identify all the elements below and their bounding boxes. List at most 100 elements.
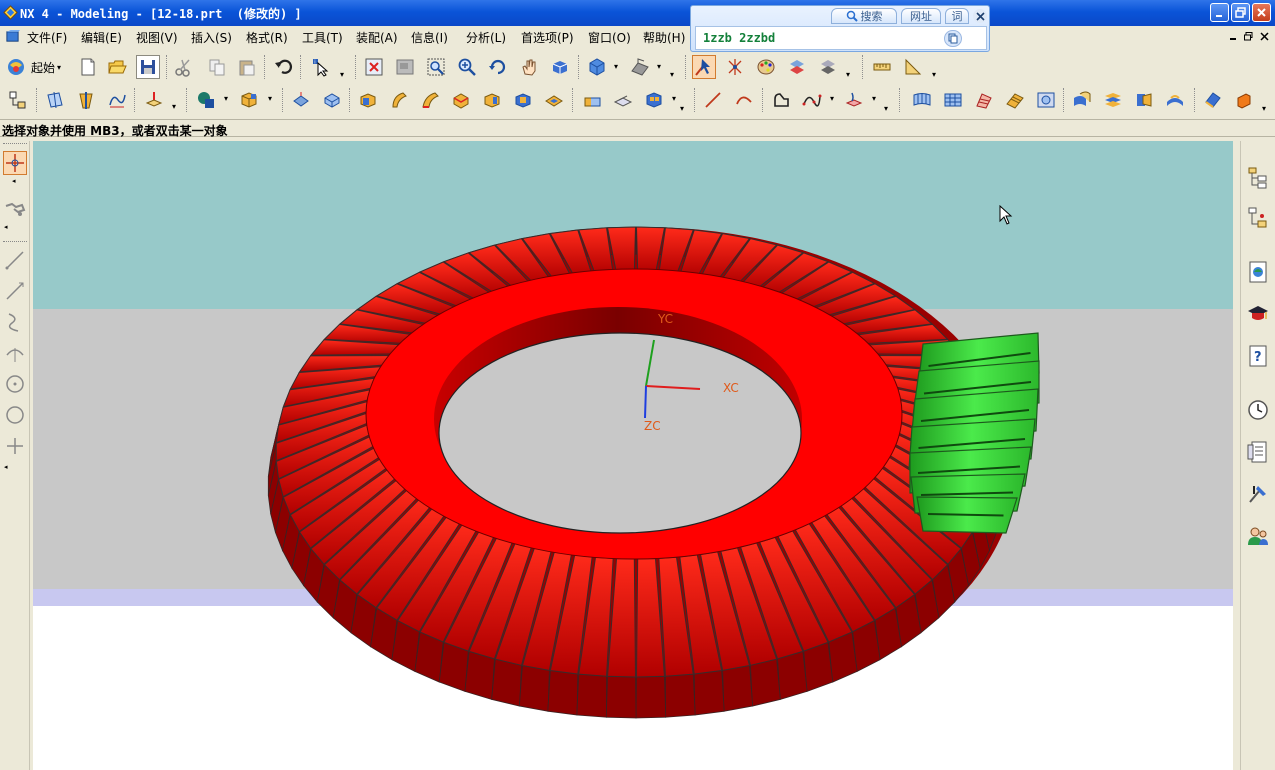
point-constructor-button[interactable] — [3, 151, 27, 175]
process-studio-button[interactable] — [1245, 481, 1271, 507]
feature-operation-button[interactable] — [3, 197, 27, 221]
shell-button[interactable] — [642, 88, 666, 112]
menu-file[interactable]: 文件(F) — [27, 29, 67, 46]
blank-objects-button[interactable] — [816, 55, 840, 79]
extrude-button[interactable] — [289, 88, 313, 112]
menu-information[interactable]: 信息(I) — [411, 29, 448, 46]
assembly-navigator-button[interactable] — [1245, 165, 1271, 191]
part-navigator-button[interactable] — [6, 88, 30, 112]
menu-preferences[interactable]: 首选项(P) — [521, 29, 574, 46]
bounded-plane-button[interactable] — [1034, 88, 1058, 112]
zoom-button[interactable] — [424, 55, 448, 79]
show-hide-button[interactable] — [785, 55, 809, 79]
spline-button[interactable] — [800, 88, 824, 112]
extension-button[interactable] — [1163, 88, 1187, 112]
curve-tool-button[interactable] — [3, 310, 27, 334]
curve-operation-button[interactable] — [842, 88, 866, 112]
open-button[interactable] — [105, 55, 129, 79]
internet-explorer-button[interactable] — [1245, 259, 1271, 285]
save-button[interactable] — [136, 55, 160, 79]
zoom-in-out-button[interactable] — [455, 55, 479, 79]
pocket-button[interactable] — [418, 88, 442, 112]
trim-body-button[interactable] — [1132, 88, 1156, 112]
line-profile-button[interactable] — [3, 279, 27, 303]
information-button[interactable]: i — [308, 55, 332, 79]
blend-button[interactable] — [580, 88, 604, 112]
snap-point-button[interactable] — [723, 55, 747, 79]
pinion-gear[interactable] — [908, 332, 1040, 534]
pad-button[interactable] — [449, 88, 473, 112]
basic-curves-button[interactable] — [770, 88, 794, 112]
menu-tools[interactable]: 工具(T) — [302, 29, 343, 46]
boss-button[interactable] — [387, 88, 411, 112]
slot-button[interactable] — [480, 88, 504, 112]
menu-format[interactable]: 格式(R) — [246, 29, 288, 46]
menu-edit[interactable]: 编辑(E) — [81, 29, 122, 46]
zoom-window-button[interactable] — [393, 55, 417, 79]
wcs-button[interactable] — [142, 88, 166, 112]
offset-surface-button[interactable] — [1070, 88, 1094, 112]
color-palette-button[interactable] — [754, 55, 778, 79]
doc-restore-button[interactable] — [1242, 30, 1255, 43]
sew-button[interactable] — [1101, 88, 1125, 112]
through-curves-button[interactable] — [910, 88, 934, 112]
nx-menu-icon[interactable] — [5, 29, 20, 44]
line-tool-button[interactable] — [3, 248, 27, 272]
fit-view-button[interactable] — [362, 55, 386, 79]
minimize-button[interactable] — [1210, 3, 1229, 22]
circle-center-button[interactable] — [3, 372, 27, 396]
help-button[interactable]: ? — [1245, 343, 1271, 369]
menu-assemblies[interactable]: 装配(A) — [356, 29, 398, 46]
datum-axis-button[interactable] — [74, 88, 98, 112]
training-button[interactable] — [1245, 301, 1271, 327]
measure-distance-button[interactable] — [870, 55, 894, 79]
select-filter-button[interactable] — [692, 55, 716, 79]
hole-button[interactable] — [356, 88, 380, 112]
menu-help[interactable]: 帮助(H) — [643, 29, 685, 46]
tab-search[interactable]: 搜索 — [831, 8, 897, 24]
system-materials-button[interactable] — [1245, 439, 1271, 465]
start-button[interactable]: 起始 ▾ — [6, 55, 72, 79]
search-input[interactable]: 1zzb 2zzbd — [695, 26, 987, 50]
measure-angle-button[interactable] — [901, 55, 925, 79]
shaded-button[interactable] — [548, 55, 572, 79]
part-navigator-panel-button[interactable] — [1245, 205, 1271, 231]
ring-gear[interactable] — [267, 226, 1016, 719]
section-surface-button[interactable] — [1003, 88, 1027, 112]
arc-tool-button[interactable] — [3, 341, 27, 365]
primitive-button[interactable] — [194, 88, 218, 112]
menu-insert[interactable]: 插入(S) — [191, 29, 232, 46]
close-button[interactable] — [1252, 3, 1271, 22]
arc-button[interactable] — [732, 88, 756, 112]
swept-button[interactable] — [972, 88, 996, 112]
tab-url[interactable]: 网址 — [901, 8, 941, 24]
chamfer-button[interactable] — [611, 88, 635, 112]
popup-close-button[interactable] — [973, 9, 987, 23]
restore-button[interactable] — [1231, 3, 1250, 22]
datum-plane-button[interactable] — [43, 88, 67, 112]
menu-view[interactable]: 视图(V) — [136, 29, 178, 46]
orient-view-button[interactable] — [628, 55, 652, 79]
gear-model-scene[interactable] — [33, 141, 1233, 770]
surface-analysis-button[interactable] — [1201, 88, 1225, 112]
graphics-window[interactable]: YC XC ZC — [33, 141, 1233, 770]
circle-tool-button[interactable] — [3, 403, 27, 427]
doc-minimize-button[interactable] — [1227, 30, 1240, 43]
title-bar[interactable]: NX 4 - Modeling - [12-18.prt (修改的) ] — [0, 0, 1275, 26]
line-button[interactable] — [701, 88, 725, 112]
new-button[interactable] — [76, 55, 100, 79]
user-defined-button[interactable] — [542, 88, 566, 112]
block-button[interactable] — [237, 88, 261, 112]
undo-button[interactable] — [272, 55, 296, 79]
groove-button[interactable] — [511, 88, 535, 112]
copy-button[interactable] — [205, 55, 229, 79]
history-button[interactable] — [1245, 397, 1271, 423]
roles-button[interactable] — [1245, 523, 1271, 549]
menu-analysis[interactable]: 分析(L) — [466, 29, 506, 46]
revolve-button[interactable] — [320, 88, 344, 112]
rotate-button[interactable] — [486, 55, 510, 79]
doc-close-button[interactable] — [1258, 30, 1271, 43]
render-style-button[interactable] — [585, 55, 609, 79]
through-mesh-button[interactable] — [941, 88, 965, 112]
search-go-button[interactable] — [944, 30, 962, 47]
